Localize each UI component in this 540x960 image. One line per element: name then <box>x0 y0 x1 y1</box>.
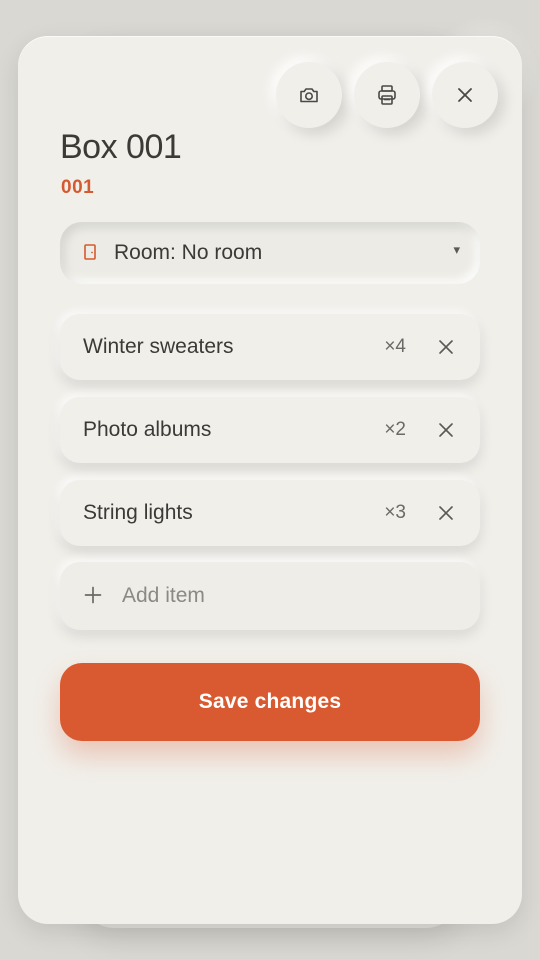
chevron-down-icon: ▾ <box>453 242 460 257</box>
add-item-placeholder: Add item <box>122 584 205 607</box>
page-title: Box 001 <box>60 128 182 166</box>
item-quantity: ×3 <box>384 502 406 523</box>
close-icon <box>439 423 453 437</box>
item-quantity: ×4 <box>384 336 406 357</box>
save-button-label: Save changes <box>198 690 342 713</box>
remove-item-button[interactable] <box>436 420 456 440</box>
item-name: Winter sweaters <box>83 335 234 358</box>
list-item: Photo albums ×2 <box>60 397 480 463</box>
box-detail-sheet: Box 001 001 Room: No room ▾ Winter sweat… <box>18 36 522 924</box>
door-icon <box>84 244 96 260</box>
item-name: String lights <box>83 501 193 524</box>
item-quantity: ×2 <box>384 419 406 440</box>
plus-icon <box>84 586 102 604</box>
add-item-input[interactable]: Add item <box>60 562 480 630</box>
remove-item-button[interactable] <box>436 503 456 523</box>
print-button[interactable] <box>354 62 420 128</box>
close-icon <box>456 86 474 104</box>
list-item: String lights ×3 <box>60 480 480 546</box>
close-icon <box>439 506 453 520</box>
box-code: 001 <box>61 177 95 198</box>
save-button[interactable]: Save changes <box>60 663 480 741</box>
remove-item-button[interactable] <box>436 337 456 357</box>
list-item: Winter sweaters ×4 <box>60 314 480 380</box>
printer-icon <box>377 84 397 106</box>
camera-icon <box>299 86 319 104</box>
camera-button[interactable] <box>276 62 342 128</box>
item-name: Photo albums <box>83 418 212 441</box>
close-icon <box>439 340 453 354</box>
room-select[interactable]: Room: No room ▾ <box>60 222 480 284</box>
room-select-label: Room: No room <box>114 241 263 264</box>
close-button[interactable] <box>432 62 498 128</box>
